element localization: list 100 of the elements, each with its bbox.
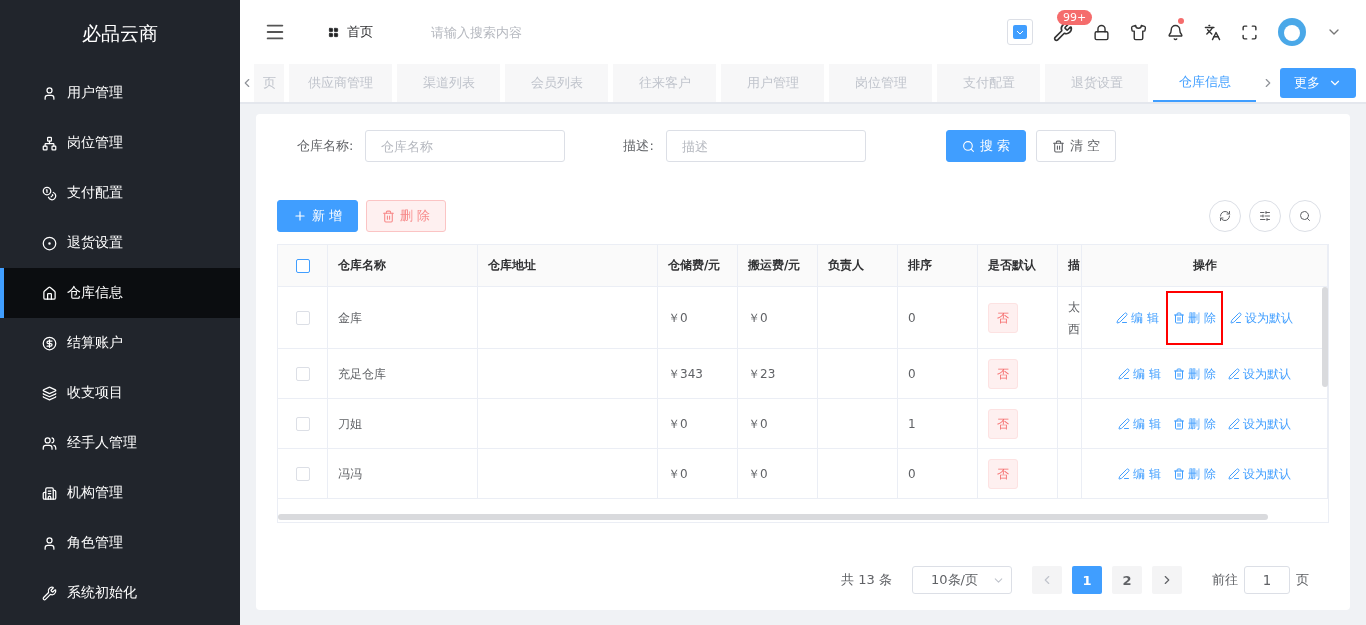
search-button[interactable] xyxy=(1289,200,1321,232)
lock-icon[interactable] xyxy=(1093,23,1110,41)
sidebar-item[interactable]: 用户管理 xyxy=(0,68,240,118)
column-header: 负责人 xyxy=(818,245,898,287)
clear-button[interactable]: 清 空 xyxy=(1035,130,1117,162)
edit-link[interactable]: 设为默认 xyxy=(1229,306,1293,329)
sidebar-item[interactable]: 岗位管理 xyxy=(0,118,240,168)
field-label: 仓库名称: xyxy=(297,137,354,155)
sidebar-item[interactable]: 系统初始化 xyxy=(0,568,240,618)
input-field[interactable]: 仓库名称 xyxy=(365,130,566,162)
scrollbar[interactable] xyxy=(1322,287,1328,387)
sidebar-item[interactable]: 支付配置 xyxy=(0,168,240,218)
pen-icon xyxy=(1116,311,1129,324)
user-icon xyxy=(42,535,57,551)
column-header: 排序 xyxy=(898,245,978,287)
pen-icon xyxy=(1227,367,1240,380)
goto-label: 前往 xyxy=(1212,571,1238,589)
table-cell: ￥0 xyxy=(738,449,818,499)
edit-link[interactable]: 编 辑 xyxy=(1118,412,1161,435)
sidebar-item[interactable]: 收支项目 xyxy=(0,368,240,418)
table-cell: ￥0 xyxy=(738,287,818,349)
edit-link[interactable]: 设为默认 xyxy=(1227,412,1291,435)
grid-icon xyxy=(328,26,339,38)
input-field[interactable]: 描述 xyxy=(665,130,866,162)
fullscreen-icon[interactable] xyxy=(1241,23,1258,41)
search-icon xyxy=(1299,210,1311,222)
avatar[interactable] xyxy=(1278,18,1306,46)
dropdown-toggle[interactable] xyxy=(1007,19,1033,45)
trash-icon xyxy=(382,209,396,223)
sidebar-item[interactable]: 退货设置 xyxy=(0,218,240,268)
table-cell: 0 xyxy=(898,349,978,399)
refresh-button[interactable] xyxy=(1209,200,1241,232)
pen-icon xyxy=(1118,367,1131,380)
sidebar-item[interactable]: 经手人管理 xyxy=(0,418,240,468)
home-icon xyxy=(42,285,57,301)
table-cell: ￥343 xyxy=(658,349,738,399)
page-button[interactable]: 2 xyxy=(1112,566,1142,594)
sidebar-item[interactable]: 仓库信息 xyxy=(0,268,240,318)
refresh-icon xyxy=(1219,210,1231,222)
page-size-select[interactable]: 10条/页 xyxy=(912,566,1012,594)
column-header: 搬运费/元 xyxy=(738,245,818,287)
table-cell: ￥0 xyxy=(658,399,738,449)
sliders-icon xyxy=(1259,210,1271,222)
translate-icon[interactable] xyxy=(1204,23,1221,41)
chevron-icon xyxy=(1013,25,1027,39)
trash-icon xyxy=(1173,467,1185,480)
edit-link[interactable]: 编 辑 xyxy=(1116,306,1159,329)
layers-icon xyxy=(42,385,57,401)
status-tag: 否 xyxy=(988,358,1018,389)
badge: 99+ xyxy=(1057,10,1093,25)
edit-link[interactable]: 编 辑 xyxy=(1118,362,1161,385)
filter-button[interactable] xyxy=(1249,200,1281,232)
table-cell: ￥0 xyxy=(738,399,818,449)
wrench-icon[interactable] xyxy=(1053,22,1073,42)
delete-button[interactable]: 删 除 xyxy=(366,200,447,232)
field-label: 描述: xyxy=(623,137,654,155)
add-button[interactable]: 新 增 xyxy=(277,200,359,232)
page-button[interactable]: 1 xyxy=(1072,566,1102,594)
search-button[interactable]: 搜 索 xyxy=(945,130,1026,162)
page-input[interactable]: 1 xyxy=(1244,566,1290,594)
delete-link[interactable]: 删 除 xyxy=(1166,290,1223,345)
building-icon xyxy=(42,485,57,501)
sidebar-item[interactable]: 角色管理 xyxy=(0,518,240,568)
table-cell: 太 西 xyxy=(1058,287,1082,349)
column-header: 操作 xyxy=(1082,245,1328,287)
more-button[interactable]: 更多 xyxy=(1280,68,1356,98)
table-cell: 充足仓库 xyxy=(328,349,478,399)
brand-logo: 必品云商 xyxy=(81,21,159,46)
checkbox[interactable] xyxy=(295,258,310,273)
delete-link[interactable]: 删 除 xyxy=(1173,412,1216,435)
table-cell: 金库 xyxy=(328,287,478,349)
breadcrumb[interactable]: 首页 xyxy=(347,23,373,41)
coins-icon xyxy=(42,185,57,201)
sidebar-item[interactable]: 机构管理 xyxy=(0,468,240,518)
trash-icon xyxy=(1051,139,1065,153)
delete-link[interactable]: 删 除 xyxy=(1173,362,1216,385)
trash-icon xyxy=(1173,311,1185,324)
scrollbar[interactable] xyxy=(278,514,1268,520)
edit-link[interactable]: 设为默认 xyxy=(1227,362,1291,385)
table-cell: ￥23 xyxy=(738,349,818,399)
users-icon xyxy=(42,435,57,451)
sidebar-item[interactable]: 结算账户 xyxy=(0,318,240,368)
edit-link[interactable]: 设为默认 xyxy=(1227,462,1291,485)
table-cell: ￥0 xyxy=(658,449,738,499)
pen-icon xyxy=(1227,467,1240,480)
bell-icon[interactable] xyxy=(1167,23,1184,41)
table-cell: ￥0 xyxy=(658,287,738,349)
column-header: 是否默认 xyxy=(978,245,1058,287)
status-tag: 否 xyxy=(988,458,1018,489)
pen-icon xyxy=(1229,311,1242,324)
shirt-icon[interactable] xyxy=(1130,23,1147,41)
status-tag: 否 xyxy=(988,302,1018,333)
pen-icon xyxy=(1227,417,1240,430)
delete-link[interactable]: 删 除 xyxy=(1173,462,1216,485)
plus-icon xyxy=(293,209,307,223)
search-icon xyxy=(961,139,975,153)
page-suffix: 页 xyxy=(1296,571,1309,589)
user-icon xyxy=(42,85,57,101)
trash-icon xyxy=(1173,367,1185,380)
edit-link[interactable]: 编 辑 xyxy=(1118,462,1161,485)
